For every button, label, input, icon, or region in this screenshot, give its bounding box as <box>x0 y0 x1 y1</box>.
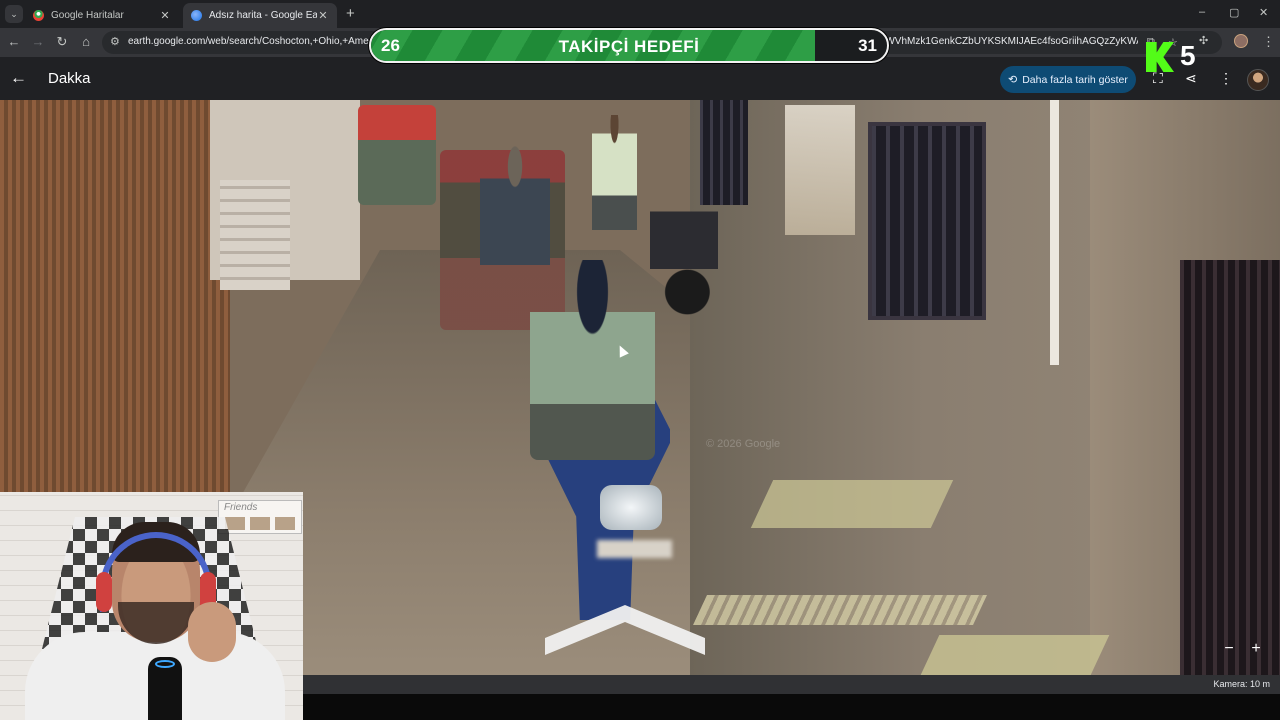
reload-icon[interactable]: ↻ <box>54 34 70 50</box>
exit-street-view-back-icon[interactable]: ← <box>10 68 27 88</box>
tab-google-earth[interactable]: Adsız harita - Google Earth ✕ <box>183 3 337 28</box>
tab-search-dropdown-icon[interactable]: ⌄ <box>5 5 23 23</box>
tab-title: Google Haritalar <box>51 10 124 21</box>
streamer-hand <box>188 602 236 662</box>
parked-motorcycle <box>650 200 718 315</box>
frame-photo <box>250 517 270 530</box>
kick-follower-badge: 5 <box>1146 40 1206 74</box>
tab-title: Adsız harita - Google Earth <box>209 10 317 21</box>
frame-photo <box>275 517 295 530</box>
tab-close-icon[interactable]: ✕ <box>317 9 329 22</box>
google-watermark: © 2026 Google <box>706 438 781 450</box>
close-window-button[interactable]: ✕ <box>1259 6 1268 19</box>
rickshaw-puller <box>480 145 550 265</box>
barred-window-large <box>868 122 986 320</box>
browser-tab-strip: ⌄ Google Haritalar ✕ Adsız harita - Goog… <box>0 0 1280 28</box>
back-arrow-icon[interactable]: ← <box>6 34 22 49</box>
tab-close-icon[interactable]: ✕ <box>159 9 171 22</box>
show-more-dates-label: Daha fazla tarih göster <box>1022 73 1128 86</box>
status-strip: Kamera: 10 m <box>303 675 1280 694</box>
rolling-shutters <box>0 100 230 500</box>
wall-posters <box>785 105 855 235</box>
friends-photo-frame: Friends <box>218 500 302 534</box>
google-earth-globe-icon <box>191 10 202 21</box>
rickshaw-distant <box>358 105 436 205</box>
motorcycle-headlight <box>600 485 662 530</box>
motorcycle-rider <box>530 260 655 460</box>
headset-earcup <box>96 572 112 612</box>
sunlight-patch <box>920 635 1110 675</box>
place-title: Dakka <box>48 70 91 87</box>
google-maps-pin-icon <box>33 10 44 21</box>
metal-gate <box>1180 260 1280 675</box>
earth-more-options-icon[interactable]: ⋮ <box>1219 70 1233 87</box>
show-more-dates-button[interactable]: ⟲ Daha fazla tarih göster <box>1000 66 1136 93</box>
browser-menu-icon[interactable]: ⋮ <box>1262 34 1275 50</box>
google-account-avatar[interactable] <box>1247 69 1269 91</box>
new-tab-button[interactable]: + <box>346 5 355 22</box>
forward-arrow-icon[interactable]: → <box>30 34 46 49</box>
follower-goal-bar: 26 TAKİPÇİ HEDEFİ 31 <box>369 28 889 63</box>
kick-count: 5 <box>1180 40 1196 71</box>
drain-pipe <box>1050 100 1059 365</box>
goal-target-count: 31 <box>858 36 877 55</box>
restore-button[interactable]: ▢ <box>1229 6 1239 19</box>
site-info-icon[interactable]: ⚙ <box>110 35 120 48</box>
stairs <box>220 180 290 290</box>
home-icon[interactable]: ⌂ <box>78 34 94 49</box>
camera-altitude: Kamera: 10 m <box>1213 679 1270 689</box>
browser-profile-avatar[interactable] <box>1234 34 1248 48</box>
zoom-in-button[interactable]: + <box>1246 640 1266 658</box>
history-clock-icon: ⟲ <box>1008 74 1018 86</box>
frame-photo <box>225 517 245 530</box>
streamer-webcam: Friends <box>0 492 303 720</box>
microphone-light <box>155 660 175 668</box>
minimize-button[interactable]: – <box>1199 6 1205 18</box>
sunlight-patch <box>693 595 987 625</box>
goal-title: TAKİPÇİ HEDEFİ <box>558 37 700 56</box>
zoom-out-button[interactable]: − <box>1219 640 1239 658</box>
blurred-license-plate <box>597 540 672 558</box>
frame-text: Friends <box>224 502 258 513</box>
tab-google-maps[interactable]: Google Haritalar ✕ <box>25 3 179 28</box>
earth-street-view-header: ← Dakka ⟲ Daha fazla tarih göster ⛶ ⋖ ⋮ <box>0 57 1280 100</box>
sunlight-patch <box>750 480 954 528</box>
kick-logo-icon <box>1146 42 1174 72</box>
pedestrian <box>592 115 637 230</box>
barred-window-small <box>700 100 748 205</box>
